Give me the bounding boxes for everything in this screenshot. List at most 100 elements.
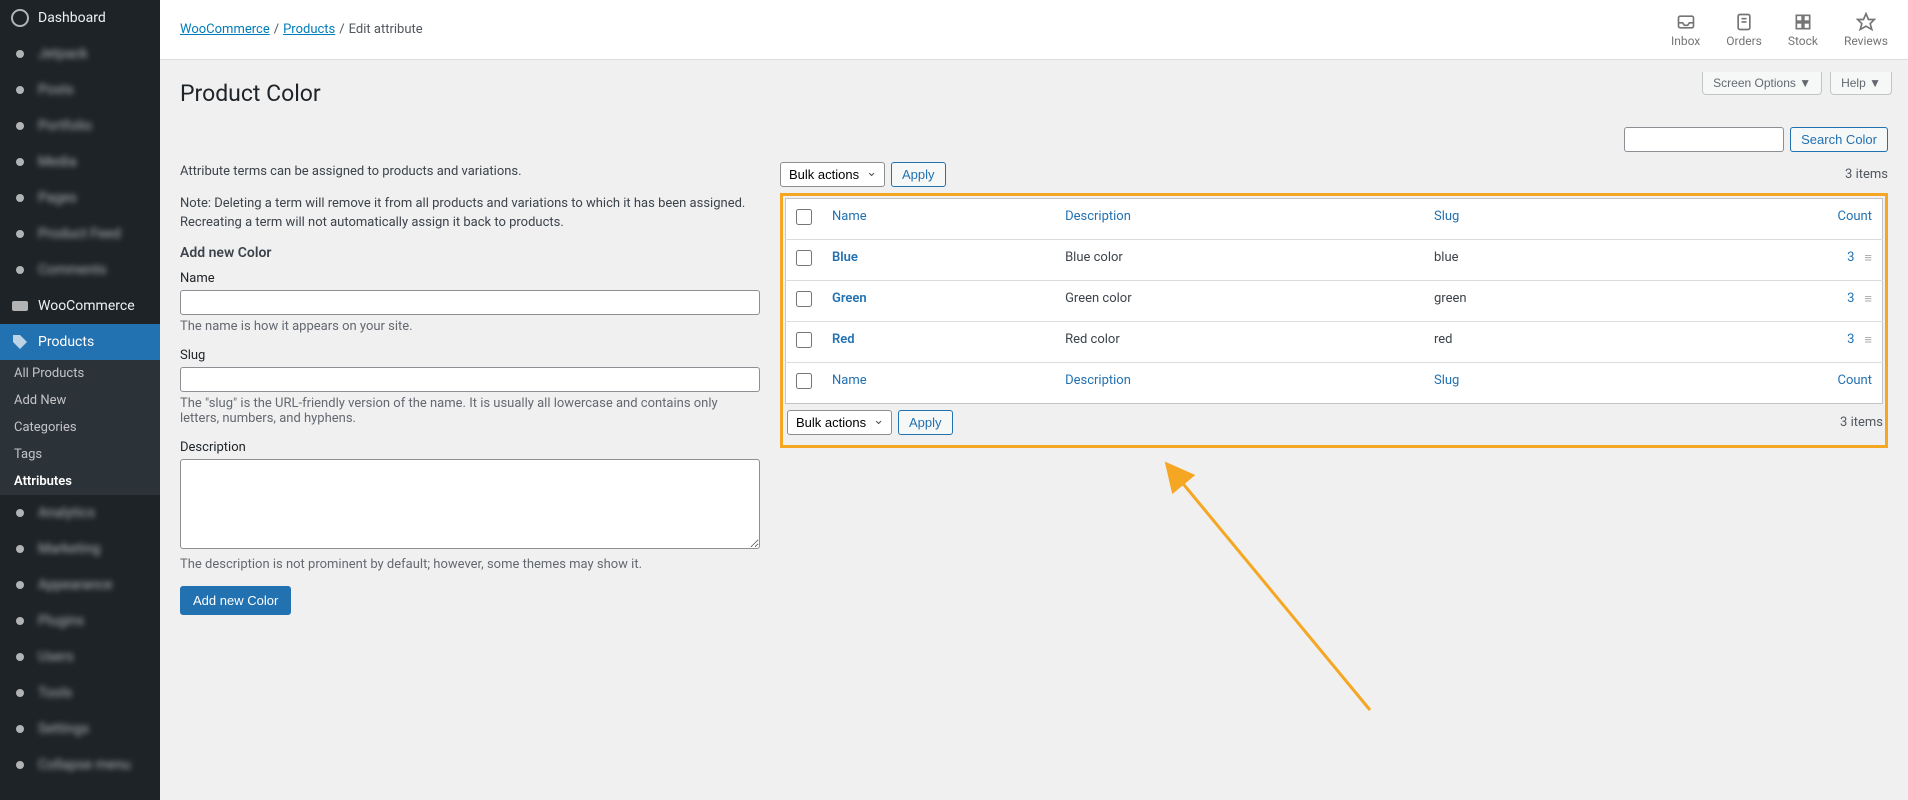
terms-table-highlight: Name Description Slug Count Blue Blue col… [780, 193, 1888, 448]
woocommerce-icon [10, 296, 30, 316]
col-count[interactable]: Count [1648, 199, 1882, 240]
sidebar-item-blurred[interactable]: Portfolio [0, 108, 160, 144]
row-checkbox[interactable] [796, 332, 812, 348]
sidebar-item-blurred[interactable]: Product Feed [0, 216, 160, 252]
row-checkbox[interactable] [796, 250, 812, 266]
breadcrumb-woo[interactable]: WooCommerce [180, 22, 270, 37]
topbar-inbox[interactable]: Inbox [1671, 12, 1700, 48]
term-name-link[interactable]: Green [832, 291, 867, 306]
screen-options-toggle[interactable]: Screen Options ▼ [1702, 72, 1822, 95]
sidebar-label: Products [38, 334, 94, 350]
term-count-link[interactable]: 3 [1847, 250, 1854, 265]
generic-icon [10, 611, 30, 631]
generic-icon [10, 755, 30, 775]
dashboard-icon [10, 8, 30, 28]
sidebar-item-blurred[interactable]: Marketing [0, 531, 160, 567]
select-all-bottom[interactable] [796, 373, 812, 389]
term-desc: Blue color [1055, 240, 1424, 281]
term-count-link[interactable]: 3 [1847, 332, 1854, 347]
generic-icon [10, 719, 30, 739]
slug-input[interactable] [180, 367, 760, 392]
term-name-link[interactable]: Red [832, 332, 855, 347]
term-count-link[interactable]: 3 [1847, 291, 1854, 306]
sidebar-item-blurred[interactable]: Media [0, 144, 160, 180]
generic-icon [10, 575, 30, 595]
generic-icon [10, 188, 30, 208]
stock-icon [1793, 12, 1813, 32]
search-input[interactable] [1624, 127, 1784, 152]
topbar-orders[interactable]: Orders [1726, 12, 1762, 48]
apply-bottom[interactable]: Apply [898, 410, 953, 435]
sidebar-item-blurred[interactable]: Analytics [0, 495, 160, 531]
term-desc: Green color [1055, 281, 1424, 322]
slug-hint: The "slug" is the URL-friendly version o… [180, 396, 760, 426]
apply-top[interactable]: Apply [891, 162, 946, 187]
term-desc: Red color [1055, 322, 1424, 363]
add-color-button[interactable]: Add new Color [180, 586, 291, 615]
sidebar-item-blurred[interactable]: Users [0, 639, 160, 675]
generic-icon [10, 503, 30, 523]
slug-label: Slug [180, 348, 760, 363]
name-input[interactable] [180, 290, 760, 315]
sidebar-item-blurred[interactable]: Settings [0, 711, 160, 747]
col-name[interactable]: Name [822, 199, 1055, 240]
main-area: WooCommerce/Products/Edit attribute Inbo… [160, 0, 1908, 800]
col-desc[interactable]: Description [1055, 199, 1424, 240]
sidebar-item-blurred[interactable]: Jetpack [0, 36, 160, 72]
term-slug: blue [1424, 240, 1648, 281]
table-row: GreenGreen colorgreen3≡ [786, 281, 1883, 322]
sidebar-item-blurred[interactable]: Pages [0, 180, 160, 216]
sidebar-item-blurred[interactable]: Appearance [0, 567, 160, 603]
drag-icon[interactable]: ≡ [1864, 291, 1872, 307]
name-hint: The name is how it appears on your site. [180, 319, 760, 334]
sub-all-products[interactable]: All Products [0, 360, 160, 387]
breadcrumb: WooCommerce/Products/Edit attribute [180, 22, 423, 37]
help-toggle[interactable]: Help ▼ [1830, 72, 1892, 95]
select-all-top[interactable] [796, 209, 812, 225]
sub-categories[interactable]: Categories [0, 414, 160, 441]
desc-hint: The description is not prominent by defa… [180, 557, 760, 572]
products-icon [10, 332, 30, 352]
drag-icon[interactable]: ≡ [1864, 332, 1872, 348]
sidebar-item-blurred[interactable]: Tools [0, 675, 160, 711]
intro-text: Attribute terms can be assigned to produ… [180, 162, 760, 182]
col-slug[interactable]: Slug [1424, 199, 1648, 240]
topbar: WooCommerce/Products/Edit attribute Inbo… [160, 0, 1908, 60]
topbar-reviews[interactable]: Reviews [1844, 12, 1888, 48]
items-count-top: 3 items [1845, 167, 1888, 182]
term-slug: red [1424, 322, 1648, 363]
drag-icon[interactable]: ≡ [1864, 250, 1872, 266]
desc-input[interactable] [180, 459, 760, 549]
terms-table: Name Description Slug Count Blue Blue col… [785, 198, 1883, 404]
search-button[interactable]: Search Color [1790, 127, 1888, 152]
breadcrumb-products[interactable]: Products [283, 22, 335, 37]
sub-tags[interactable]: Tags [0, 441, 160, 468]
name-label: Name [180, 271, 760, 286]
sidebar-item-blurred[interactable]: Posts [0, 72, 160, 108]
table-row: Red Red colorred 3 ≡ [786, 322, 1883, 363]
sidebar-item-dashboard[interactable]: Dashboard [0, 0, 160, 36]
bulk-actions-top[interactable]: Bulk actions [780, 162, 885, 187]
table-row: Blue Blue colorblue 3 ≡ [786, 240, 1883, 281]
orders-icon [1734, 12, 1754, 32]
row-checkbox[interactable] [796, 291, 812, 307]
term-name-link[interactable]: Blue [832, 250, 858, 265]
desc-label: Description [180, 440, 760, 455]
bulk-actions-bottom[interactable]: Bulk actions [787, 410, 892, 435]
sidebar-item-woocommerce[interactable]: WooCommerce [0, 288, 160, 324]
sidebar-item-blurred[interactable]: Collapse menu [0, 747, 160, 783]
inbox-icon [1676, 12, 1696, 32]
breadcrumb-current: Edit attribute [349, 22, 423, 37]
sidebar-label: WooCommerce [38, 298, 135, 314]
sub-add-new[interactable]: Add New [0, 387, 160, 414]
generic-icon [10, 116, 30, 136]
topbar-stock[interactable]: Stock [1788, 12, 1818, 48]
generic-icon [10, 260, 30, 280]
sidebar-item-products[interactable]: Products [0, 324, 160, 360]
sidebar-item-blurred[interactable]: Plugins [0, 603, 160, 639]
generic-icon [10, 80, 30, 100]
sub-attributes[interactable]: Attributes [0, 468, 160, 495]
items-count-bottom: 3 items [1840, 415, 1883, 430]
add-heading: Add new Color [180, 245, 760, 261]
sidebar-item-blurred[interactable]: Comments [0, 252, 160, 288]
